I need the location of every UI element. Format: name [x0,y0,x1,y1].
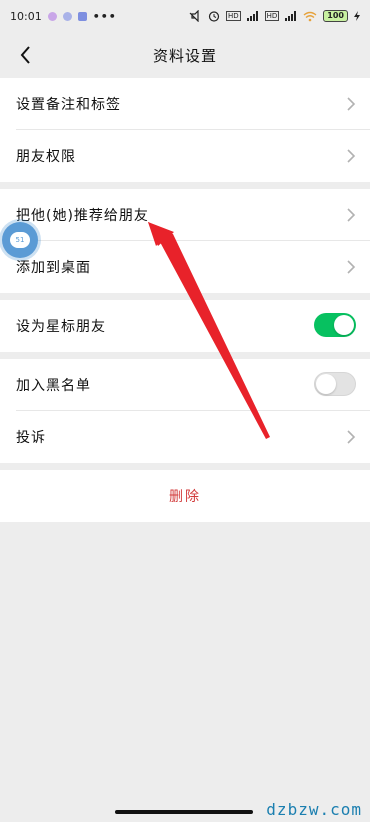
home-indicator[interactable] [115,810,253,814]
back-button[interactable] [10,40,40,70]
mute-icon [189,10,199,22]
report-row[interactable]: 投诉 [0,411,370,463]
star-friend-row: 设为星标朋友 [0,300,370,352]
status-bar: 10:01 ••• HD HD 100 [0,0,370,32]
app-notification-icon [47,11,57,21]
blacklist-row: 加入黑名单 [0,359,370,411]
remark-and-tags-label: 设置备注和标签 [16,97,121,113]
chevron-right-icon [347,430,356,444]
chevron-right-icon [347,97,356,111]
app-notification-icon [77,11,87,21]
settings-group-block: 加入黑名单 投诉 [0,359,370,463]
star-friend-toggle[interactable] [314,313,356,337]
page-title: 资料设置 [152,46,217,65]
wifi-icon [303,11,317,21]
nav-bar: 资料设置 [0,32,370,78]
chevron-left-icon [20,46,30,64]
settings-group-remarks: 设置备注和标签 朋友权限 [0,78,370,182]
delete-label: 删除 [169,489,201,505]
bubble-chat-icon: 51 [10,232,30,248]
chevron-right-icon [347,149,356,163]
battery-indicator: 100 [323,10,348,22]
status-left: 10:01 ••• [10,10,117,23]
settings-group-share: 把他(她)推荐给朋友 添加到桌面 [0,189,370,293]
signal-icon [246,11,258,21]
app-notification-icon [62,11,72,21]
alarm-icon [208,11,220,22]
remark-and-tags-row[interactable]: 设置备注和标签 [0,78,370,130]
chevron-right-icon [347,260,356,274]
friend-permissions-row[interactable]: 朋友权限 [0,130,370,182]
status-right: HD HD 100 [188,10,360,22]
recommend-to-friend-row[interactable]: 把他(她)推荐给朋友 [0,189,370,241]
hd-tag: HD [225,11,241,21]
friend-permissions-label: 朋友权限 [16,149,76,165]
report-label: 投诉 [16,430,46,446]
add-to-desktop-label: 添加到桌面 [16,260,91,276]
toggle-knob [334,315,354,335]
delete-button[interactable]: 删除 [0,470,370,522]
chevron-right-icon [347,208,356,222]
more-notifications-icon: ••• [92,9,117,23]
toggle-knob [316,374,336,394]
hd-tag: HD [264,11,280,21]
blacklist-toggle[interactable] [314,372,356,396]
watermark: dzbzw.com [266,800,362,819]
star-friend-label: 设为星标朋友 [16,319,106,335]
blacklist-label: 加入黑名单 [16,378,91,394]
add-to-desktop-row[interactable]: 添加到桌面 [0,241,370,293]
settings-group-star: 设为星标朋友 [0,300,370,352]
recommend-to-friend-label: 把他(她)推荐给朋友 [16,208,149,224]
settings-group-delete: 删除 [0,470,370,522]
status-time: 10:01 [10,9,42,23]
floating-assistant-bubble[interactable]: 51 [2,222,38,258]
charging-icon [354,11,360,21]
signal-icon [285,11,297,21]
